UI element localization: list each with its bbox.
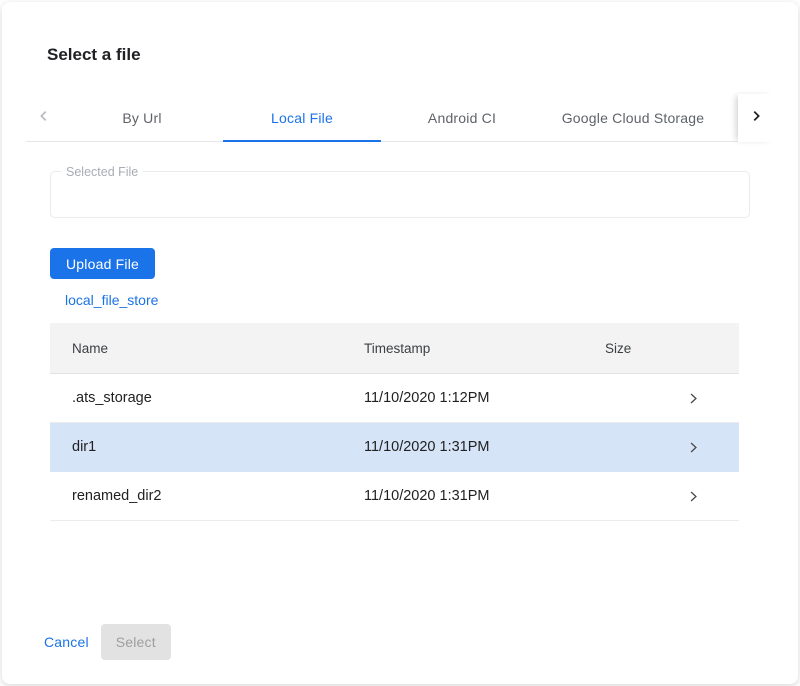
dialog-title: Select a file	[47, 44, 753, 65]
chevron-right-icon[interactable]	[687, 490, 700, 503]
tab-by-url[interactable]: By Url	[62, 94, 222, 142]
selected-file-label: Selected File	[61, 165, 143, 179]
local-file-store-link[interactable]: local_file_store	[65, 292, 158, 308]
tab-label: Google Cloud Storage	[562, 110, 705, 126]
select-file-dialog: Select a file By Url Local File Android …	[2, 2, 798, 684]
chevron-right-icon[interactable]	[687, 441, 700, 454]
dialog-footer: Cancel Select	[32, 624, 171, 660]
chevron-right-icon	[749, 109, 763, 128]
tab-label: By Url	[122, 110, 161, 126]
cell-name: dir1	[50, 439, 364, 455]
select-button[interactable]: Select	[101, 624, 171, 660]
cell-timestamp: 11/10/2020 1:31PM	[364, 488, 605, 504]
chevron-left-icon	[37, 109, 51, 128]
selected-file-input[interactable]	[63, 178, 737, 211]
cell-name: .ats_storage	[50, 390, 364, 406]
table-header-row: Name Timestamp Size	[50, 323, 739, 374]
header-size: Size	[605, 341, 674, 356]
table-row-ats-storage[interactable]: .ats_storage 11/10/2020 1:12PM	[50, 374, 739, 423]
tab-label: Android CI	[428, 110, 496, 126]
cell-timestamp: 11/10/2020 1:31PM	[364, 439, 605, 455]
tab-label: Local File	[271, 110, 333, 126]
cancel-button[interactable]: Cancel	[32, 624, 101, 660]
header-timestamp: Timestamp	[364, 341, 605, 356]
chevron-right-icon[interactable]	[687, 392, 700, 405]
tabs-prev-button[interactable]	[26, 94, 62, 142]
tab-bar: By Url Local File Android CI Google Clou…	[26, 94, 774, 142]
tabs-next-button[interactable]	[738, 94, 774, 142]
cell-name: renamed_dir2	[50, 488, 364, 504]
header-name: Name	[50, 341, 364, 356]
upload-file-button[interactable]: Upload File	[50, 248, 155, 279]
tab-content: Selected File Upload File local_file_sto…	[2, 171, 798, 521]
tab-local-file[interactable]: Local File	[222, 94, 382, 142]
tab-google-cloud-storage[interactable]: Google Cloud Storage	[542, 94, 724, 142]
selected-file-field: Selected File	[50, 171, 750, 218]
file-table: Name Timestamp Size .ats_storage 11/10/2…	[50, 323, 739, 521]
table-row-renamed-dir2[interactable]: renamed_dir2 11/10/2020 1:31PM	[50, 472, 739, 521]
cell-timestamp: 11/10/2020 1:12PM	[364, 390, 605, 406]
table-row-dir1[interactable]: dir1 11/10/2020 1:31PM	[50, 423, 739, 472]
tab-android-ci[interactable]: Android CI	[382, 94, 542, 142]
